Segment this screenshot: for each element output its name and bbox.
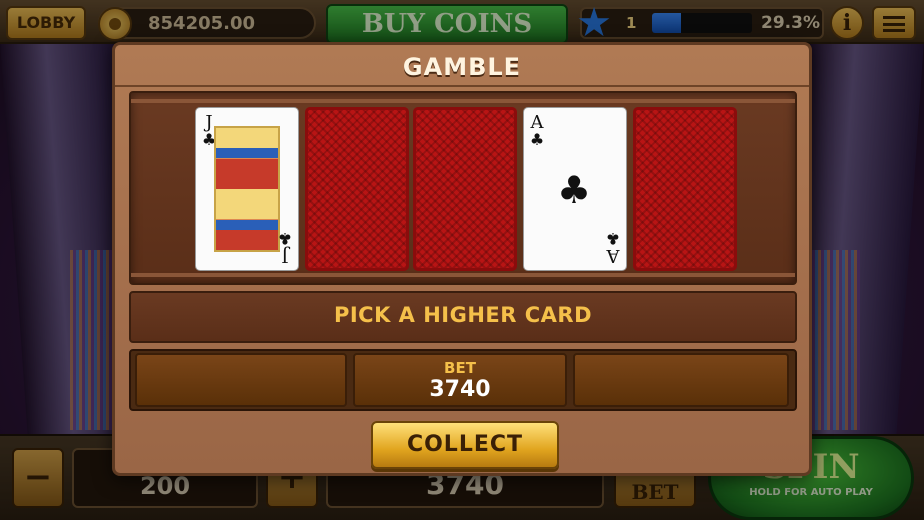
bet-panel: BET 3740 bbox=[129, 349, 797, 411]
card-corner-top: A ♣ bbox=[529, 112, 545, 149]
card-row: J ♣ J ♣ A ♣ ♣ A ♣ bbox=[129, 91, 797, 285]
court-figure bbox=[214, 126, 280, 252]
card-ace-clubs: A ♣ ♣ A ♣ bbox=[523, 107, 627, 271]
card-back-1[interactable] bbox=[305, 107, 409, 271]
card-corner-bottom: A ♣ bbox=[605, 229, 621, 266]
message-panel: PICK A HIGHER CARD bbox=[129, 291, 797, 343]
card-corner-bottom: J ♣ bbox=[277, 229, 293, 266]
card-back-4[interactable] bbox=[633, 107, 737, 271]
collect-button[interactable]: COLLECT bbox=[371, 421, 559, 469]
dialog-title: GAMBLE bbox=[115, 45, 809, 87]
gamble-message: PICK A HIGHER CARD bbox=[333, 303, 593, 327]
gamble-dialog: GAMBLE J ♣ J ♣ A ♣ ♣ A ♣ PICK A HIGHER C… bbox=[112, 42, 812, 476]
bet-slot-left bbox=[135, 353, 347, 407]
bet-label: BET bbox=[444, 359, 476, 377]
bet-value: 3740 bbox=[429, 377, 491, 402]
bet-slot-right bbox=[573, 353, 789, 407]
card-jack-clubs: J ♣ J ♣ bbox=[195, 107, 299, 271]
club-pip-icon: ♣ bbox=[556, 168, 592, 212]
bet-slot-center: BET 3740 bbox=[353, 353, 567, 407]
card-back-2[interactable] bbox=[413, 107, 517, 271]
